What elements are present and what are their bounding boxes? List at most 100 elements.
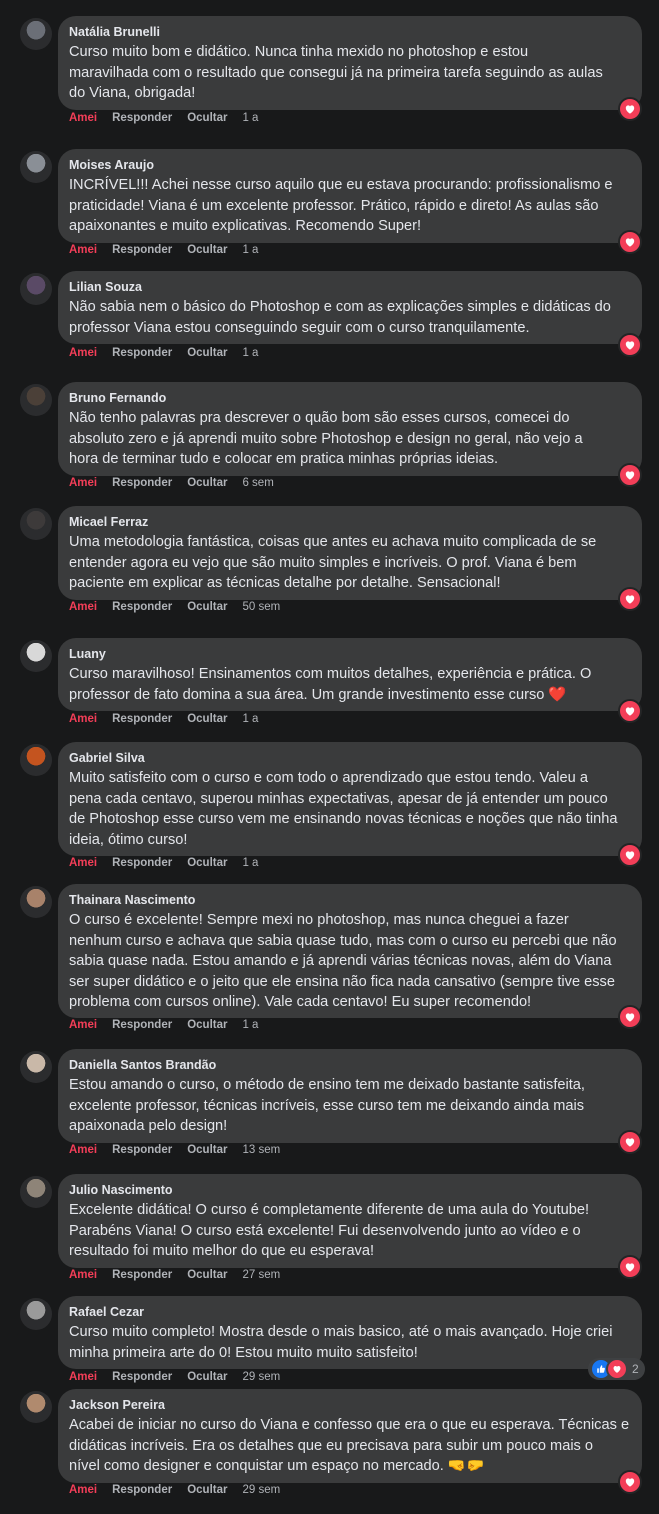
hide-link[interactable]: Ocultar xyxy=(187,1143,227,1157)
love-icon xyxy=(606,1358,628,1380)
commenter-name[interactable]: Moises Araujo xyxy=(69,157,630,173)
avatar[interactable] xyxy=(20,151,52,183)
love-link[interactable]: Amei xyxy=(69,1018,97,1032)
love-reaction-icon[interactable] xyxy=(618,1255,642,1279)
avatar[interactable] xyxy=(20,1176,52,1208)
timestamp[interactable]: 27 sem xyxy=(242,1268,280,1282)
reply-link[interactable]: Responder xyxy=(112,600,172,614)
love-reaction-icon[interactable] xyxy=(618,463,642,487)
comment-actions: Amei Responder Ocultar 1 a xyxy=(69,856,273,870)
hide-link[interactable]: Ocultar xyxy=(187,476,227,490)
love-reaction-icon[interactable] xyxy=(618,333,642,357)
commenter-name[interactable]: Jackson Pereira xyxy=(69,1397,630,1413)
timestamp[interactable]: 13 sem xyxy=(242,1143,280,1157)
comment-actions: Amei Responder Ocultar 1 a xyxy=(69,346,273,360)
reply-link[interactable]: Responder xyxy=(112,712,172,726)
comment-bubble: Bruno Fernando Não tenho palavras pra des… xyxy=(58,382,642,476)
timestamp[interactable]: 1 a xyxy=(242,1018,258,1032)
commenter-name[interactable]: Julio Nascimento xyxy=(69,1182,630,1198)
love-reaction-icon[interactable] xyxy=(618,230,642,254)
commenter-name[interactable]: Micael Ferraz xyxy=(69,514,630,530)
love-reaction-icon[interactable] xyxy=(618,1005,642,1029)
comment-bubble: Rafael Cezar Curso muito completo! Mostra… xyxy=(58,1296,642,1369)
love-reaction-icon[interactable] xyxy=(618,587,642,611)
love-link[interactable]: Amei xyxy=(69,1370,97,1384)
timestamp[interactable]: 1 a xyxy=(242,243,258,257)
love-link[interactable]: Amei xyxy=(69,111,97,125)
reply-link[interactable]: Responder xyxy=(112,1483,172,1497)
avatar[interactable] xyxy=(20,640,52,672)
reaction-summary[interactable]: 2 xyxy=(588,1358,645,1380)
reply-link[interactable]: Responder xyxy=(112,111,172,125)
timestamp[interactable]: 1 a xyxy=(242,346,258,360)
commenter-name[interactable]: Bruno Fernando xyxy=(69,390,630,406)
comment-bubble: Gabriel Silva Muito satisfeito com o curs… xyxy=(58,742,642,856)
hide-link[interactable]: Ocultar xyxy=(187,712,227,726)
timestamp[interactable]: 50 sem xyxy=(242,600,280,614)
comment-bubble: Luany Curso maravilhoso! Ensinamentos com… xyxy=(58,638,642,711)
love-link[interactable]: Amei xyxy=(69,712,97,726)
hide-link[interactable]: Ocultar xyxy=(187,346,227,360)
love-reaction-icon[interactable] xyxy=(618,1130,642,1154)
commenter-name[interactable]: Thainara Nascimento xyxy=(69,892,630,908)
hide-link[interactable]: Ocultar xyxy=(187,856,227,870)
reply-link[interactable]: Responder xyxy=(112,346,172,360)
comment-text: O curso é excelente! Sempre mexi no phot… xyxy=(69,912,617,1010)
love-reaction-icon[interactable] xyxy=(618,1470,642,1494)
reply-link[interactable]: Responder xyxy=(112,1370,172,1384)
avatar[interactable] xyxy=(20,1298,52,1330)
love-link[interactable]: Amei xyxy=(69,476,97,490)
hide-link[interactable]: Ocultar xyxy=(187,1268,227,1282)
comment-actions: Amei Responder Ocultar 1 a xyxy=(69,243,273,257)
timestamp[interactable]: 29 sem xyxy=(242,1370,280,1384)
timestamp[interactable]: 29 sem xyxy=(242,1483,280,1497)
avatar[interactable] xyxy=(20,1051,52,1083)
love-reaction-icon[interactable] xyxy=(618,699,642,723)
commenter-name[interactable]: Natália Brunelli xyxy=(69,24,630,40)
hide-link[interactable]: Ocultar xyxy=(187,600,227,614)
love-link[interactable]: Amei xyxy=(69,243,97,257)
timestamp[interactable]: 1 a xyxy=(242,856,258,870)
comment-actions: Amei Responder Ocultar 1 a xyxy=(69,712,273,726)
reply-link[interactable]: Responder xyxy=(112,1268,172,1282)
reply-link[interactable]: Responder xyxy=(112,1018,172,1032)
avatar[interactable] xyxy=(20,744,52,776)
comment-bubble: Natália Brunelli Curso muito bom e didáti… xyxy=(58,16,642,110)
commenter-name[interactable]: Gabriel Silva xyxy=(69,750,630,766)
avatar[interactable] xyxy=(20,273,52,305)
avatar[interactable] xyxy=(20,384,52,416)
reply-link[interactable]: Responder xyxy=(112,856,172,870)
hide-link[interactable]: Ocultar xyxy=(187,1018,227,1032)
timestamp[interactable]: 1 a xyxy=(242,712,258,726)
reply-link[interactable]: Responder xyxy=(112,243,172,257)
comment-text: Uma metodologia fantástica, coisas que a… xyxy=(69,534,597,591)
comment-actions: Amei Responder Ocultar 13 sem xyxy=(69,1143,295,1157)
love-link[interactable]: Amei xyxy=(69,1143,97,1157)
love-reaction-icon[interactable] xyxy=(618,843,642,867)
love-link[interactable]: Amei xyxy=(69,1483,97,1497)
hide-link[interactable]: Ocultar xyxy=(187,111,227,125)
love-link[interactable]: Amei xyxy=(69,856,97,870)
reply-link[interactable]: Responder xyxy=(112,1143,172,1157)
timestamp[interactable]: 6 sem xyxy=(242,476,273,490)
comment-text: Curso muito bom e didático. Nunca tinha … xyxy=(69,44,603,101)
hide-link[interactable]: Ocultar xyxy=(187,1370,227,1384)
commenter-name[interactable]: Luany xyxy=(69,646,630,662)
avatar[interactable] xyxy=(20,886,52,918)
comment-text: Não sabia nem o básico do Photoshop e co… xyxy=(69,299,611,336)
love-link[interactable]: Amei xyxy=(69,1268,97,1282)
hide-link[interactable]: Ocultar xyxy=(187,243,227,257)
love-reaction-icon[interactable] xyxy=(618,97,642,121)
commenter-name[interactable]: Rafael Cezar xyxy=(69,1304,630,1320)
commenter-name[interactable]: Daniella Santos Brandão xyxy=(69,1057,630,1073)
reply-link[interactable]: Responder xyxy=(112,476,172,490)
comment-actions: Amei Responder Ocultar 29 sem xyxy=(69,1483,295,1497)
avatar[interactable] xyxy=(20,1391,52,1423)
avatar[interactable] xyxy=(20,508,52,540)
hide-link[interactable]: Ocultar xyxy=(187,1483,227,1497)
commenter-name[interactable]: Lilian Souza xyxy=(69,279,630,295)
avatar[interactable] xyxy=(20,18,52,50)
timestamp[interactable]: 1 a xyxy=(242,111,258,125)
love-link[interactable]: Amei xyxy=(69,346,97,360)
love-link[interactable]: Amei xyxy=(69,600,97,614)
